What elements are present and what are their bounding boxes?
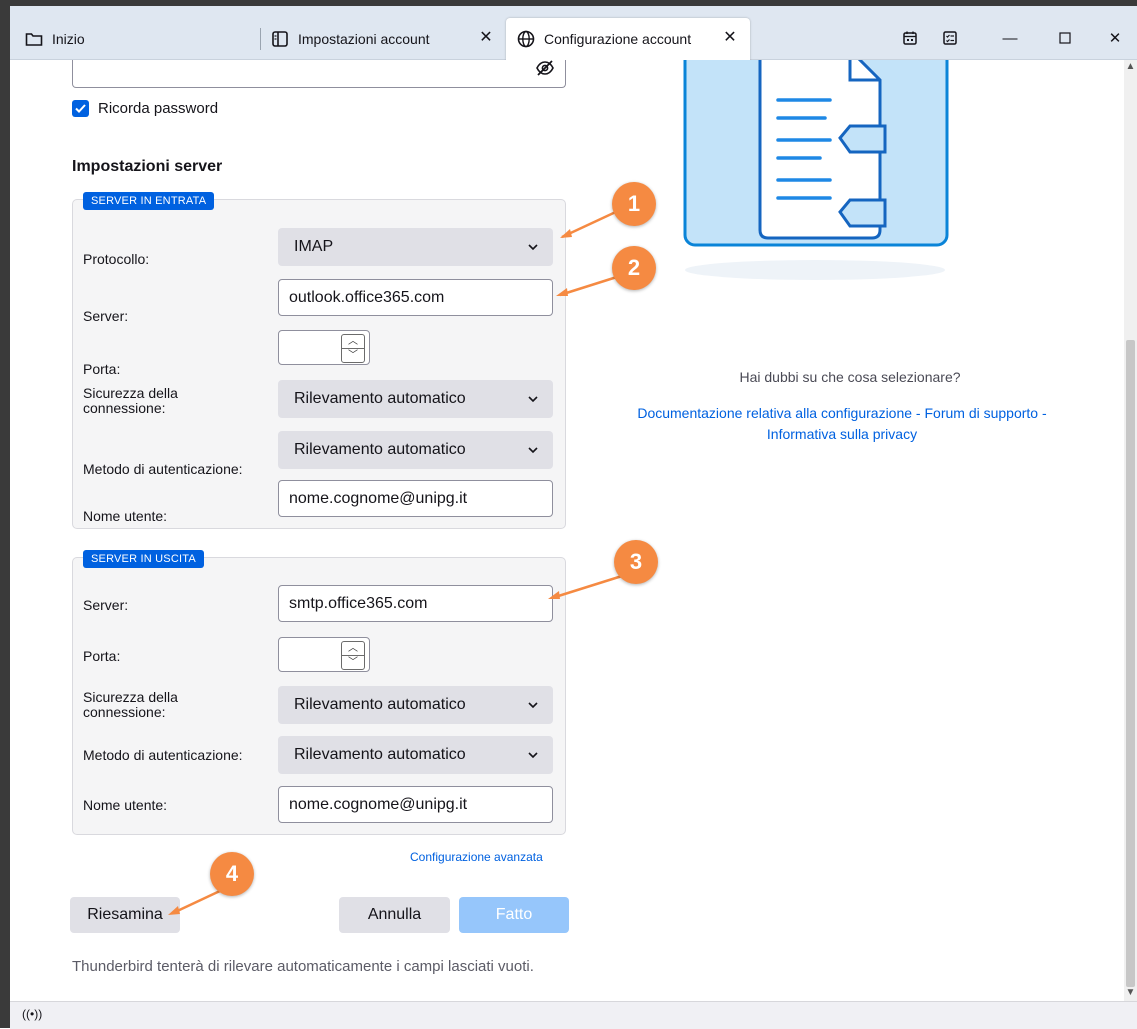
annotation-badge-3: 3	[614, 540, 658, 584]
annotation-arrows	[168, 208, 623, 915]
annotation-badge-2: 2	[612, 246, 656, 290]
annotation-badge-1: 1	[612, 182, 656, 226]
app-window: Inizio Impostazioni account ✕ Configuraz…	[0, 0, 1137, 1029]
annotation-badge-4: 4	[210, 852, 254, 896]
